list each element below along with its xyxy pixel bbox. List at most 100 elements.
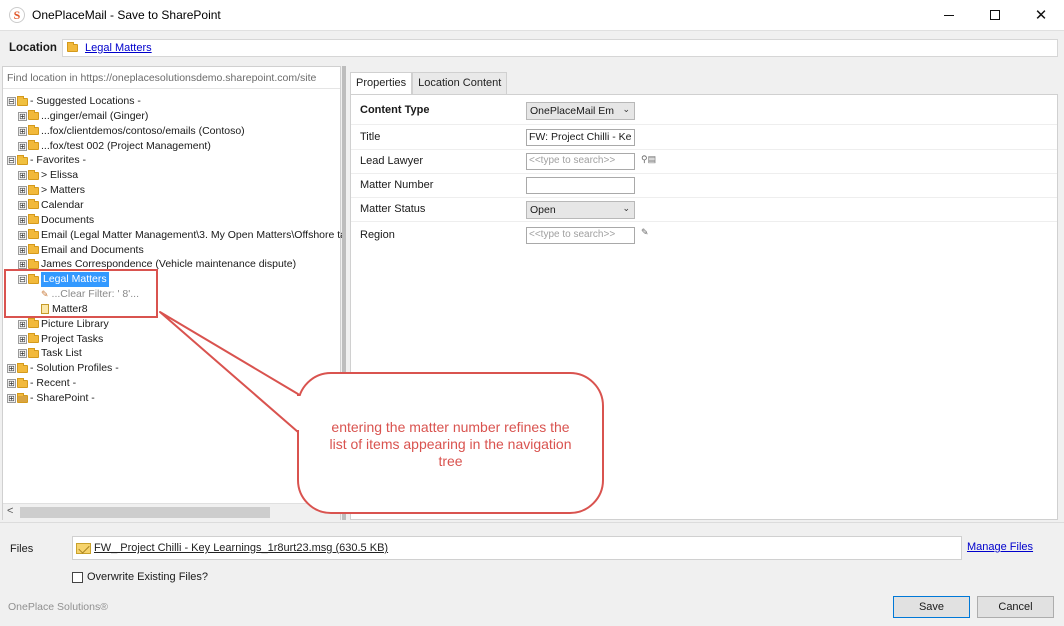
tab-bar: Properties Location Content [350, 72, 508, 94]
tree-node[interactable]: ⊞ - Solution Profiles - [7, 361, 119, 376]
tree-node-label: ...ginger/email (Ginger) [41, 109, 149, 122]
tree-node[interactable]: ⊞ Task List [18, 346, 82, 361]
tree-node[interactable]: ⊞ ...fox/clientdemos/contoso/emails (Cont… [18, 124, 245, 139]
callout-bubble: entering the matter number refines the l… [297, 372, 604, 514]
overwrite-checkbox[interactable] [72, 571, 83, 583]
minimize-button[interactable] [926, 0, 972, 30]
location-label: Location [9, 42, 57, 54]
lead-lawyer-row: Lead Lawyer <<type to search>> ⚲▤ [351, 150, 1057, 174]
chevron-down-icon: ⌄ [622, 104, 630, 114]
folder-icon [28, 347, 39, 358]
tree-node[interactable]: ⊟ - Suggested Locations - [7, 94, 141, 109]
lead-lawyer-field[interactable]: <<type to search>> [526, 153, 635, 170]
expand-icon[interactable]: ⊞ [18, 186, 27, 196]
tree-node[interactable]: ⊞ ...ginger/email (Ginger) [18, 109, 148, 124]
oneplace-app-icon: S [9, 7, 25, 23]
expand-icon[interactable]: ⊞ [18, 319, 27, 329]
expand-icon[interactable]: ⊞ [18, 171, 27, 181]
tab-properties[interactable]: Properties [350, 72, 413, 94]
title-field[interactable]: FW: Project Chilli - Ke [526, 129, 635, 146]
tree-node[interactable]: ⊞ - Recent - [7, 376, 76, 391]
expand-icon[interactable]: ⊞ [18, 230, 27, 240]
tree-node-label: Calendar [41, 198, 84, 211]
tree-node-label: > Elissa [41, 169, 79, 182]
expand-icon[interactable]: ⊞ [18, 111, 27, 121]
email-message-icon [76, 542, 91, 554]
folder-icon [28, 169, 39, 180]
location-bar: Location Legal Matters [0, 30, 1064, 62]
taxonomy-picker-icon[interactable]: ✎ [641, 227, 649, 238]
folder-icon [28, 318, 39, 329]
expand-icon[interactable]: ⊞ [18, 141, 27, 151]
expand-icon[interactable]: ⊞ [18, 349, 27, 359]
matter-number-row: Matter Number [351, 174, 1057, 198]
matter-status-row: Matter Status Open ⌄ [351, 198, 1057, 222]
folder-icon [28, 199, 39, 210]
tree-node-label: ...fox/clientdemos/contoso/emails (Conto… [41, 124, 245, 137]
tree-node[interactable]: ⊟ - Favorites - [7, 153, 86, 168]
tree-node-label: Project Tasks [41, 332, 104, 345]
people-picker-icon[interactable]: ⚲▤ [641, 154, 656, 165]
matter-status-select[interactable]: Open ⌄ [526, 201, 635, 219]
tree-node[interactable]: ⊞ Project Tasks [18, 332, 103, 347]
expand-icon[interactable]: ⊞ [7, 364, 16, 374]
cancel-button[interactable]: Cancel [977, 596, 1054, 618]
expand-icon[interactable]: ⊞ [7, 379, 16, 389]
tree-node[interactable]: ⊞ > Elissa [18, 168, 78, 183]
tree-node[interactable]: ⊞ Picture Library [18, 317, 109, 332]
tree-node[interactable]: ⊞ Email and Documents [18, 243, 144, 258]
sharepoint-folder-icon [17, 392, 28, 403]
folder-icon [28, 333, 39, 344]
files-label: Files [10, 543, 34, 555]
expand-icon[interactable]: ⊞ [18, 334, 27, 344]
tree-node[interactable]: ⊞ - SharePoint - [7, 391, 95, 406]
expand-icon[interactable]: ⊞ [18, 126, 27, 136]
close-button[interactable]: ✕ [1018, 0, 1064, 30]
expand-icon[interactable]: ⊞ [18, 245, 27, 255]
star-folder-icon [17, 95, 28, 106]
location-field[interactable]: Legal Matters [62, 39, 1058, 57]
tree-node[interactable]: ⊞ Email (Legal Matter Management\3. My Op… [18, 228, 346, 243]
file-link[interactable]: FW_ Project Chilli - Key Learnings_1r8ur… [94, 542, 388, 554]
expand-icon[interactable]: ⊞ [7, 394, 16, 403]
tree-node[interactable]: ⊞ ...fox/test 002 (Project Management) [18, 139, 211, 154]
content-type-value: OnePlaceMail Em [530, 105, 615, 117]
files-list: FW_ Project Chilli - Key Learnings_1r8ur… [72, 536, 962, 560]
dialog-footer: OnePlace Solutions® Save Cancel [0, 588, 1064, 626]
tree-node-label: - Favorites - [30, 154, 87, 167]
collapse-icon[interactable]: ⊟ [7, 97, 16, 106]
matter-status-value: Open [530, 204, 556, 216]
maximize-button[interactable] [972, 0, 1018, 30]
content-type-select[interactable]: OnePlaceMail Em ⌄ [526, 102, 635, 120]
tree-node-label: Documents [41, 213, 95, 226]
folder-icon [28, 184, 39, 195]
title-row: Title FW: Project Chilli - Ke [351, 126, 1057, 150]
tab-location-content[interactable]: Location Content [412, 72, 508, 94]
horizontal-scrollbar[interactable]: < [3, 503, 340, 520]
folder-icon [17, 377, 28, 388]
manage-files-link[interactable]: Manage Files [967, 541, 1033, 553]
expand-icon[interactable]: ⊞ [18, 215, 27, 225]
region-row: Region <<type to search>> ✎ [351, 223, 1057, 247]
expand-icon[interactable]: ⊞ [18, 260, 27, 270]
overwrite-checkbox-row[interactable]: Overwrite Existing Files? [72, 571, 208, 583]
tree-node-label: Task List [41, 347, 82, 360]
region-field[interactable]: <<type to search>> [526, 227, 635, 244]
tree-node[interactable]: ⊞ Documents [18, 213, 94, 228]
expand-icon[interactable]: ⊞ [18, 200, 27, 210]
highlight-box [4, 269, 158, 318]
brand-text: OnePlace Solutions® [8, 601, 108, 613]
tree-node[interactable]: ⊞ Calendar [18, 198, 84, 213]
save-button[interactable]: Save [893, 596, 970, 618]
scrollbar-thumb[interactable] [20, 507, 270, 518]
collapse-icon[interactable]: ⊟ [7, 156, 16, 166]
region-label: Region [360, 229, 395, 241]
find-location-input[interactable]: Find location in https://oneplacesolutio… [3, 67, 340, 89]
tree-node[interactable]: ⊞ > Matters [18, 183, 85, 198]
location-link[interactable]: Legal Matters [85, 42, 152, 54]
chevron-down-icon: ⌄ [622, 203, 630, 213]
overwrite-label: Overwrite Existing Files? [87, 571, 209, 583]
matter-number-field[interactable] [526, 177, 635, 194]
scroll-left-icon[interactable]: < [7, 505, 13, 517]
close-icon: ✕ [1034, 7, 1048, 24]
